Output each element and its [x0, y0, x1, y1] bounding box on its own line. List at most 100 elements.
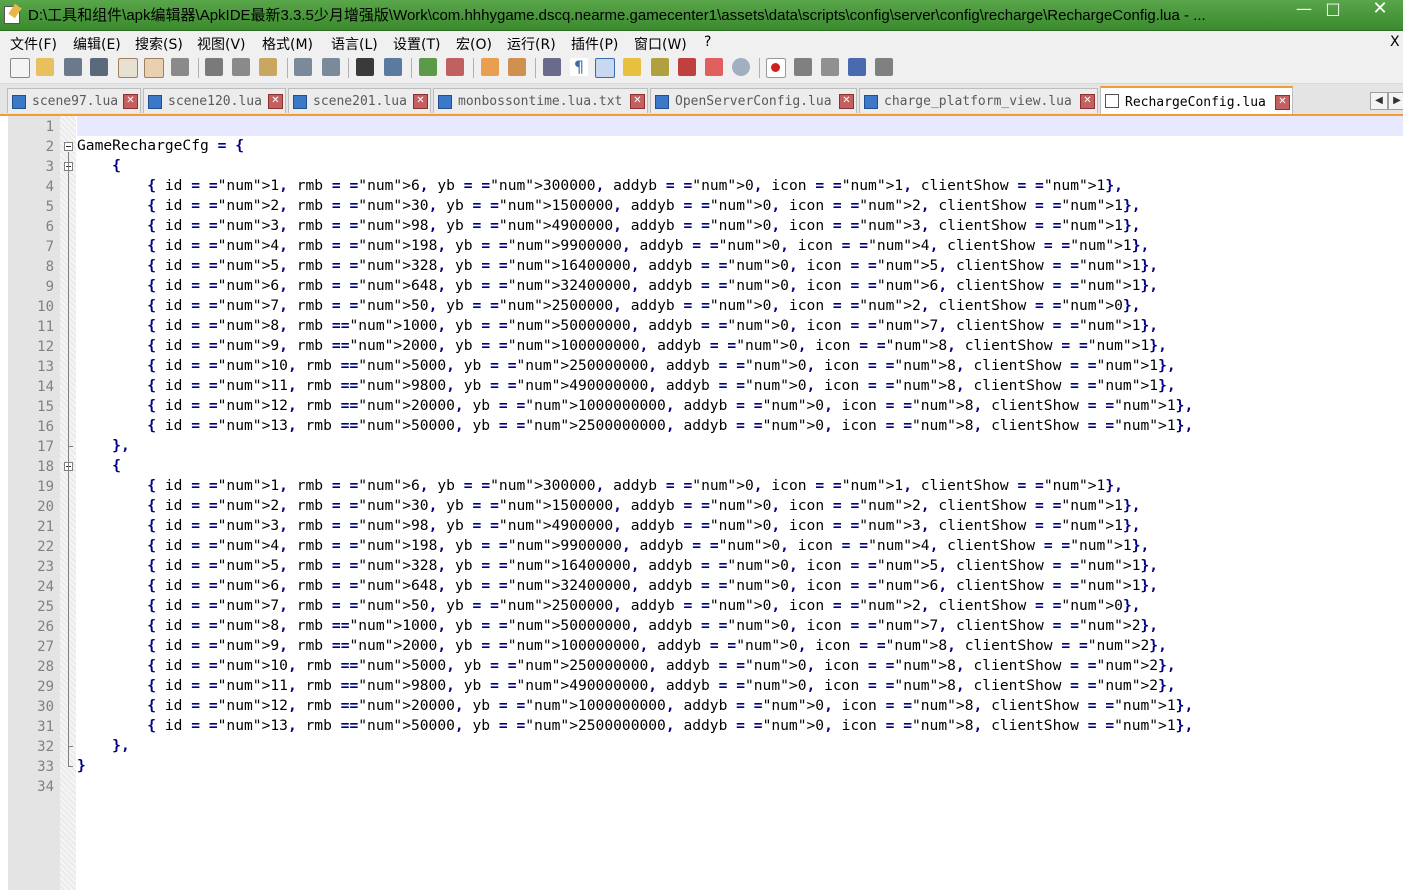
close-file-icon[interactable] — [118, 58, 138, 78]
menu-edit[interactable]: 编辑(E) — [73, 34, 121, 54]
code-line[interactable]: { id = ="num">13, rmb =="num">50000, yb … — [77, 416, 1193, 436]
play-macro-icon[interactable] — [821, 58, 839, 76]
code-line[interactable]: { id = ="num">13, rmb =="num">50000, yb … — [77, 716, 1193, 736]
tab-scroll-left-button[interactable]: ◀ — [1370, 92, 1388, 110]
save-macro-icon[interactable] — [875, 58, 893, 76]
code-line[interactable]: { id = ="num">3, rmb = ="num">98, yb = =… — [77, 216, 1140, 236]
code-line[interactable]: }, — [77, 736, 130, 756]
menu-window[interactable]: 窗口(W) — [634, 34, 687, 54]
code-line[interactable]: { id = ="num">2, rmb = ="num">30, yb = =… — [77, 196, 1140, 216]
tab-scene201[interactable]: scene201.lua ✕ — [288, 88, 431, 113]
print-icon[interactable] — [171, 58, 189, 76]
indent-guide-icon[interactable] — [595, 58, 615, 78]
menu-run[interactable]: 运行(R) — [507, 34, 556, 54]
function-list-icon[interactable] — [678, 58, 696, 76]
code-line[interactable]: { id = ="num">5, rmb = ="num">328, yb = … — [77, 256, 1158, 276]
tab-close-icon[interactable]: ✕ — [630, 94, 645, 109]
run-macro-multiple-icon[interactable] — [848, 58, 866, 76]
menu-settings[interactable]: 设置(T) — [393, 34, 440, 54]
redo-icon[interactable] — [322, 58, 340, 76]
code-line[interactable]: { id = ="num">2, rmb = ="num">30, yb = =… — [77, 496, 1140, 516]
monitor-icon[interactable] — [732, 58, 750, 76]
wrap-icon[interactable] — [543, 58, 561, 76]
cut-icon[interactable] — [205, 58, 223, 76]
show-all-chars-icon[interactable]: ¶ — [570, 58, 588, 76]
close-all-icon[interactable] — [144, 58, 164, 78]
code-line[interactable]: { id = ="num">9, rmb =="num">2000, yb = … — [77, 336, 1167, 356]
code-line[interactable]: GameRechargeCfg = { — [77, 136, 244, 156]
tab-close-icon[interactable]: ✕ — [1275, 95, 1290, 110]
code-line[interactable]: { id = ="num">3, rmb = ="num">98, yb = =… — [77, 516, 1140, 536]
undo-icon[interactable] — [294, 58, 312, 76]
document-close-button[interactable]: X — [1390, 34, 1400, 50]
tab-scroll-right-button[interactable]: ▶ — [1388, 92, 1403, 110]
code-line[interactable]: { id = ="num">4, rmb = ="num">198, yb = … — [77, 236, 1149, 256]
zoom-in-icon[interactable] — [419, 58, 437, 76]
code-line[interactable]: { id = ="num">10, rmb =="num">5000, yb =… — [77, 656, 1175, 676]
menu-file[interactable]: 文件(F) — [10, 34, 57, 54]
tab-openserverconfig[interactable]: OpenServerConfig.lua ✕ — [650, 88, 857, 113]
open-file-icon[interactable] — [36, 58, 54, 76]
code-line[interactable]: { id = ="num">6, rmb = ="num">648, yb = … — [77, 576, 1158, 596]
tab-scene97[interactable]: scene97.lua ✕ — [7, 88, 141, 113]
paste-icon[interactable] — [259, 58, 277, 76]
code-line[interactable]: { id = ="num">12, rmb =="num">20000, yb … — [77, 696, 1193, 716]
code-line[interactable]: { id = ="num">10, rmb =="num">5000, yb =… — [77, 356, 1175, 376]
tab-close-icon[interactable]: ✕ — [413, 94, 428, 109]
code-line[interactable]: { id = ="num">11, rmb =="num">9800, yb =… — [77, 376, 1175, 396]
code-line[interactable]: { id = ="num">6, rmb = ="num">648, yb = … — [77, 276, 1158, 296]
record-macro-icon[interactable] — [766, 58, 786, 78]
copy-icon[interactable] — [232, 58, 250, 76]
code-line[interactable]: { id = ="num">12, rmb =="num">20000, yb … — [77, 396, 1193, 416]
code-line[interactable]: { — [77, 156, 121, 176]
code-line[interactable]: { id = ="num">8, rmb =="num">1000, yb = … — [77, 616, 1158, 636]
zoom-out-icon[interactable] — [446, 58, 464, 76]
menu-language[interactable]: 语言(L) — [331, 34, 378, 54]
menu-search[interactable]: 搜索(S) — [135, 34, 183, 54]
code-line[interactable]: { id = ="num">1, rmb = ="num">6, yb = ="… — [77, 476, 1123, 496]
code-line[interactable]: { id = ="num">9, rmb =="num">2000, yb = … — [77, 636, 1167, 656]
menu-macro[interactable]: 宏(O) — [456, 34, 492, 54]
code-editor[interactable]: 1 2 3 4 5 6 7 8 9 10 11 12 13 14 15 16 17 18 19 20 21 22 23 24 2… — [0, 116, 1403, 890]
title-bar[interactable]: D:\工具和组件\apk编辑器\ApkIDE最新3.3.5少月增强版\Work\… — [0, 0, 1403, 31]
line-number: 8 — [45, 259, 54, 275]
code-line[interactable]: { id = ="num">11, rmb =="num">9800, yb =… — [77, 676, 1175, 696]
save-icon[interactable] — [64, 58, 82, 76]
user-lang-icon[interactable] — [623, 58, 641, 76]
menu-format[interactable]: 格式(M) — [262, 34, 313, 54]
doc-map-icon[interactable] — [651, 58, 669, 76]
code-line[interactable]: { id = ="num">1, rmb = ="num">6, yb = ="… — [77, 176, 1123, 196]
tab-rechargeconfig[interactable]: RechargeConfig.lua ✕ — [1100, 86, 1293, 114]
tab-close-icon[interactable]: ✕ — [123, 94, 138, 109]
code-line[interactable]: { id = ="num">4, rmb = ="num">198, yb = … — [77, 536, 1149, 556]
code-line[interactable]: { id = ="num">7, rmb = ="num">50, yb = =… — [77, 296, 1140, 316]
code-line[interactable]: { id = ="num">7, rmb = ="num">50, yb = =… — [77, 596, 1140, 616]
tab-scene120[interactable]: scene120.lua ✕ — [143, 88, 286, 113]
menu-plugins[interactable]: 插件(P) — [571, 34, 618, 54]
tab-close-icon[interactable]: ✕ — [1080, 94, 1095, 109]
new-file-icon[interactable] — [10, 58, 30, 78]
fold-toggle-icon[interactable] — [64, 142, 73, 151]
code-line[interactable]: { id = ="num">8, rmb =="num">1000, yb = … — [77, 316, 1158, 336]
minimize-button[interactable]: — — [1290, 0, 1318, 20]
tab-close-icon[interactable]: ✕ — [839, 94, 854, 109]
code-line[interactable]: } — [77, 756, 86, 776]
menu-view[interactable]: 视图(V) — [197, 34, 246, 54]
tab-charge-platform-view[interactable]: charge_platform_view.lua ✕ — [859, 88, 1098, 113]
close-button[interactable]: ✕ — [1360, 0, 1400, 20]
folder-workspace-icon[interactable] — [705, 58, 723, 76]
tab-monbossontime[interactable]: monbossontime.lua.txt ✕ — [433, 88, 648, 113]
code-line[interactable]: { id = ="num">5, rmb = ="num">328, yb = … — [77, 556, 1158, 576]
tab-close-icon[interactable]: ✕ — [268, 94, 283, 109]
code-line[interactable]: }, — [77, 436, 130, 456]
code-line[interactable]: { — [77, 456, 121, 476]
find-icon[interactable] — [356, 58, 374, 76]
save-all-icon[interactable] — [90, 58, 108, 76]
sync-horizontal-icon[interactable] — [508, 58, 526, 76]
line-number: 5 — [45, 199, 54, 215]
sync-vertical-icon[interactable] — [481, 58, 499, 76]
replace-icon[interactable] — [384, 58, 402, 76]
stop-macro-icon[interactable] — [794, 58, 812, 76]
maximize-button[interactable]: □ — [1320, 0, 1346, 20]
menu-help[interactable]: ? — [704, 34, 711, 50]
